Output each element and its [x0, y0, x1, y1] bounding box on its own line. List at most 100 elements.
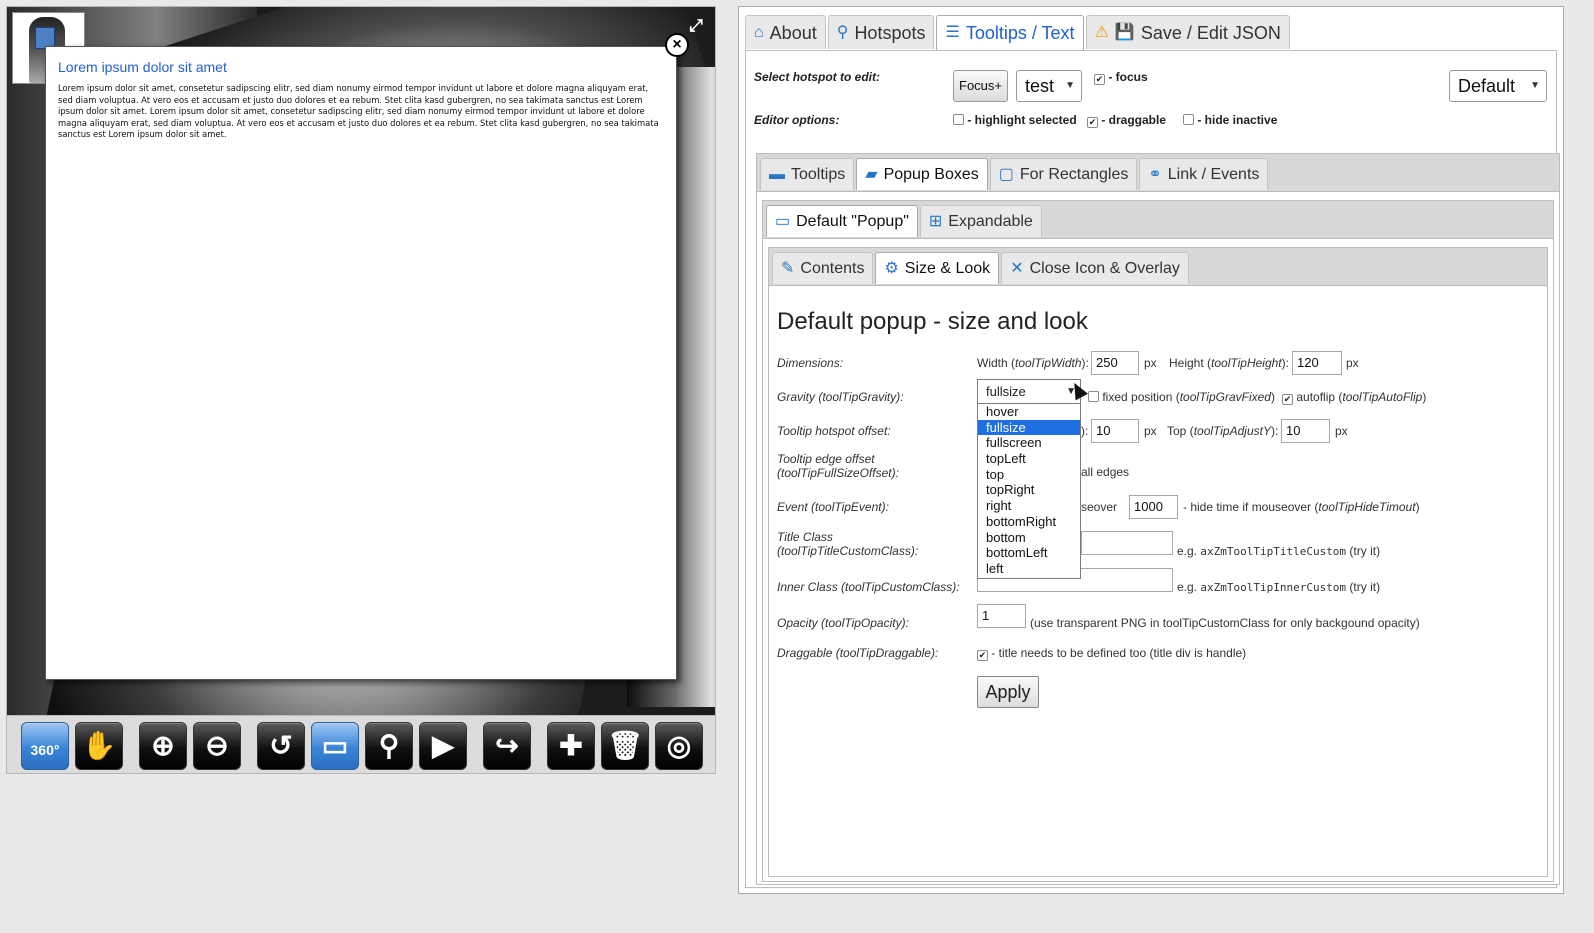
try-it-link[interactable]: (try it): [1349, 544, 1380, 558]
title-class-input[interactable]: [1081, 531, 1173, 555]
reset-button[interactable]: ↺: [257, 722, 305, 770]
fullscreen-button[interactable]: ▭: [311, 722, 359, 770]
tab-label: Contents: [800, 259, 865, 277]
try-it-link[interactable]: (try it): [1349, 580, 1380, 594]
title-class-example[interactable]: axZmToolTipTitleCustom: [1200, 545, 1346, 558]
gravity-option[interactable]: fullsize: [978, 419, 1080, 436]
gravity-option[interactable]: bottom: [978, 530, 1080, 546]
fixed-position-option: fixed position (toolTipGravFixed): [1088, 390, 1275, 404]
opacity-input[interactable]: 1: [977, 604, 1026, 628]
gravity-option[interactable]: topLeft: [978, 451, 1080, 467]
gravity-option[interactable]: topRight: [978, 482, 1080, 498]
draggable-setting-checkbox[interactable]: [977, 650, 988, 661]
tab-tooltips-text[interactable]: ☰ Tooltips / Text: [936, 15, 1084, 50]
focus-checkbox[interactable]: [1094, 74, 1105, 85]
draggable-label: - draggable: [1101, 113, 1167, 127]
tab-label: Popup Boxes: [883, 165, 979, 183]
autoflip-checkbox[interactable]: [1282, 394, 1293, 405]
title-class-label: Title Class: [777, 530, 833, 544]
play-button[interactable]: ▶: [419, 722, 467, 770]
px-unit: px: [1144, 424, 1157, 438]
viewer-stage[interactable]: ⤢ Lorem ipsum dolor sit amet Lorem ipsum…: [7, 7, 715, 715]
apply-button[interactable]: Apply: [977, 676, 1039, 708]
tab-about[interactable]: ⌂ About: [745, 15, 826, 49]
inner-class-example[interactable]: axZmToolTipInnerCustom: [1200, 581, 1346, 594]
adjust-y-input[interactable]: 10: [1281, 419, 1330, 443]
focus-plus-button[interactable]: Focus+: [953, 70, 1008, 102]
adjust-x-tail: ):: [1081, 424, 1089, 438]
hide-time-label-text: - hide time if mouseover (: [1183, 500, 1319, 514]
width-label: Width (toolTipWidth):: [977, 356, 1089, 370]
tab-label: Default "Popup": [796, 212, 909, 230]
fixed-position-checkbox[interactable]: [1088, 391, 1099, 402]
opacity-note: (use transparent PNG in toolTipCustomCla…: [1030, 616, 1420, 630]
comment-icon: ▬: [769, 165, 785, 183]
tab-label: Hotspots: [854, 22, 926, 43]
tab-save-edit-json[interactable]: ⚠ 💾 Save / Edit JSON: [1085, 15, 1290, 49]
preset-select[interactable]: Default ▼: [1449, 70, 1547, 102]
warning-icon: ⚠: [1094, 23, 1109, 41]
save-icon: 💾: [1114, 23, 1135, 41]
tab-contents[interactable]: ✎ Contents: [772, 252, 874, 284]
hotspots-button[interactable]: ⚲: [365, 722, 413, 770]
width-param: toolTipWidth: [1015, 356, 1082, 370]
tab-expandable[interactable]: ⊞ Expandable: [919, 205, 1042, 237]
hide-inactive-checkbox[interactable]: [1183, 114, 1194, 125]
tab-size-look[interactable]: ⚙ Size & Look: [875, 252, 1000, 284]
360-rotate-icon: 360°: [30, 742, 60, 758]
dimensions-label: Dimensions:: [777, 356, 844, 370]
gravity-option[interactable]: bottomLeft: [978, 545, 1080, 561]
draggable-option: - draggable: [1087, 113, 1166, 128]
gravity-option[interactable]: right: [978, 498, 1080, 514]
hotspot-select[interactable]: test ▼: [1016, 70, 1082, 102]
pan-button[interactable]: ✋: [75, 722, 123, 770]
gear-icon: ⚙: [884, 259, 899, 277]
tab-label: Size & Look: [904, 259, 991, 277]
default-popup-panel: ✎ Contents ⚙ Size & Look ✕ Close Icon & Ove…: [768, 247, 1548, 877]
zoom-out-button[interactable]: ⊖: [193, 722, 241, 770]
tab-tooltips[interactable]: ▬ Tooltips: [760, 158, 855, 190]
link-icon: ⚭: [1148, 165, 1162, 183]
redo-button[interactable]: ↪: [483, 722, 531, 770]
list-icon: ☰: [945, 24, 960, 41]
tab-default-popup[interactable]: ▭ Default "Popup": [766, 205, 918, 237]
gravity-option[interactable]: fullscreen: [978, 435, 1080, 451]
height-input[interactable]: 120: [1292, 351, 1342, 375]
autoflip-param: toolTipAutoFlip: [1342, 390, 1423, 404]
draggable-checkbox[interactable]: [1087, 117, 1098, 128]
adjust-x-input[interactable]: 10: [1091, 419, 1139, 443]
tab-link-events[interactable]: ⚭ Link / Events: [1139, 158, 1269, 190]
gravity-option[interactable]: bottomRight: [978, 514, 1080, 530]
target-button[interactable]: ◎: [655, 722, 703, 770]
zoom-in-button[interactable]: ⊕: [139, 722, 187, 770]
width-label-text: Width (: [977, 356, 1016, 370]
hide-time-input[interactable]: 1000: [1129, 495, 1178, 519]
highlight-checkbox[interactable]: [953, 114, 964, 125]
popup-box[interactable]: Lorem ipsum dolor sit amet Lorem ipsum d…: [45, 46, 677, 680]
map-pin-icon: ⚲: [378, 730, 400, 761]
expand-icon[interactable]: ⤢: [687, 17, 705, 35]
default-popup-tabs: ✎ Contents ⚙ Size & Look ✕ Close Icon & Ove…: [772, 252, 1189, 284]
tab-hotspots[interactable]: ⚲ Hotspots: [827, 15, 935, 49]
tab-for-rectangles[interactable]: ▢ For Rectangles: [989, 158, 1138, 190]
draggable-note: - title needs to be defined too (title d…: [991, 646, 1247, 660]
close-icon[interactable]: ×: [665, 33, 689, 57]
gravity-select[interactable]: fullsize ▼: [977, 379, 1081, 404]
gravity-option[interactable]: top: [978, 467, 1080, 483]
tab-close-icon-overlay[interactable]: ✕ Close Icon & Overlay: [1001, 252, 1189, 284]
reset-icon: ↺: [269, 730, 293, 761]
chevron-down-icon: ▼: [1065, 80, 1075, 91]
sub-tabs: ▬ Tooltips ▰ Popup Boxes ▢ For Rectangles ⚭…: [760, 158, 1269, 190]
360-button[interactable]: 360°: [21, 722, 69, 770]
tab-popup-boxes[interactable]: ▰ Popup Boxes: [856, 158, 988, 190]
popup-title[interactable]: Lorem ipsum dolor sit amet: [58, 59, 664, 75]
gravity-option[interactable]: left: [978, 561, 1080, 577]
add-hotspot-button[interactable]: ✚: [547, 722, 595, 770]
gravity-option[interactable]: hover: [978, 404, 1080, 420]
height-param: toolTipHeight: [1211, 356, 1282, 370]
width-input[interactable]: 250: [1091, 351, 1139, 375]
hide-inactive-label: - hide inactive: [1197, 113, 1278, 127]
delete-button[interactable]: 🗑: [601, 722, 649, 770]
viewer-toolbar: 360° ✋ ⊕ ⊖ ↺ ▭ ⚲ ▶ ↪ ✚ 🗑 ◎: [7, 715, 715, 773]
eg-text: e.g.: [1177, 580, 1198, 594]
